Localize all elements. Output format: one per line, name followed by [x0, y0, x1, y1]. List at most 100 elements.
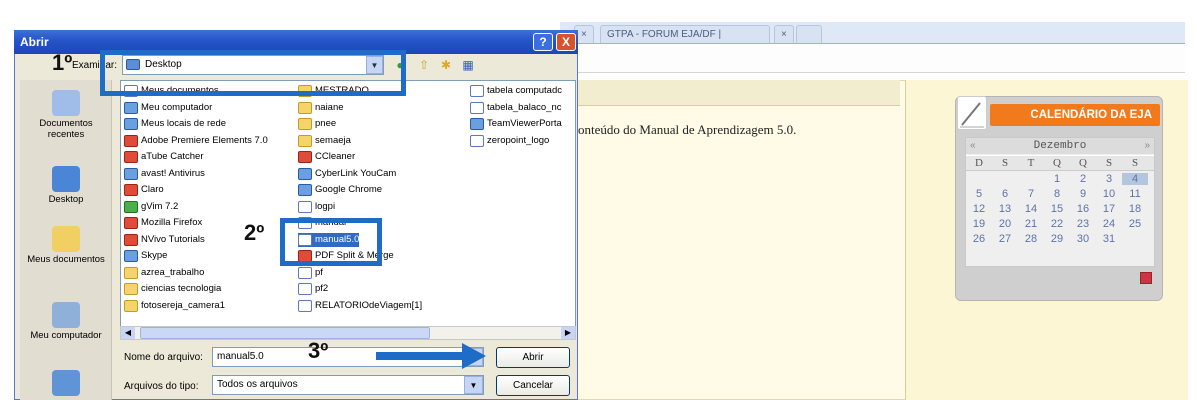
file-item[interactable]: pf [298, 266, 323, 280]
weekday-label: Q [1053, 157, 1061, 169]
file-item[interactable]: zeropoint_logo [470, 134, 549, 148]
view-menu-icon[interactable]: ▦ [460, 57, 476, 73]
file-icon [298, 200, 312, 213]
file-item[interactable]: Claro [124, 183, 164, 197]
calendar-day[interactable]: 13 [992, 203, 1018, 215]
new-tab-button[interactable] [796, 25, 822, 43]
calendar-day[interactable]: 19 [966, 218, 992, 230]
calendar-day[interactable]: 5 [966, 188, 992, 200]
annotation-step-3: 3º [308, 338, 329, 363]
file-item[interactable]: TeamViewerPorta [470, 117, 562, 131]
file-label: tabela_balaco_nc [487, 101, 562, 113]
file-item[interactable]: Adobe Premiere Elements 7.0 [124, 134, 268, 148]
close-button[interactable]: X [556, 33, 576, 51]
calendar-day[interactable]: 9 [1070, 188, 1096, 200]
calendar-day[interactable]: 28 [1018, 233, 1044, 245]
file-item[interactable]: tabela_balaco_nc [470, 101, 561, 115]
file-item[interactable]: CCleaner [298, 150, 355, 164]
calendar-day[interactable]: 8 [1044, 188, 1070, 200]
calendar-day[interactable]: 16 [1070, 203, 1096, 215]
file-item[interactable]: Meus locais de rede [124, 117, 226, 131]
calendar-day[interactable]: 23 [1070, 218, 1096, 230]
calendar-day[interactable]: 29 [1044, 233, 1070, 245]
file-item[interactable]: Mozilla Firefox [124, 216, 202, 230]
chevron-down-icon[interactable]: ▼ [464, 376, 483, 394]
weekday-label: D [975, 157, 983, 169]
file-item[interactable]: RELATORIOdeViagem[1] [298, 299, 422, 313]
file-item[interactable]: semaeja [298, 134, 351, 148]
up-folder-icon[interactable]: ⇧ [416, 57, 432, 73]
calendar-day[interactable]: 18 [1122, 203, 1148, 215]
new-folder-icon[interactable]: ✱ [438, 57, 454, 73]
calendar-day[interactable]: 26 [966, 233, 992, 245]
place-desktop[interactable]: Desktop [20, 166, 112, 205]
calendar-title: CALENDÁRIO DA EJA [990, 104, 1160, 126]
calendar-day[interactable]: 7 [1018, 188, 1044, 200]
calendar-day[interactable]: 6 [992, 188, 1018, 200]
tab-gtpa-forum[interactable]: GTPA - FORUM EJA/DF | [600, 25, 770, 43]
file-label: pf2 [315, 283, 329, 294]
file-item[interactable]: pf2 [298, 282, 328, 296]
cancel-button[interactable]: Cancelar [496, 375, 570, 396]
calendar-day[interactable]: 30 [1070, 233, 1096, 245]
scroll-right-icon[interactable]: ▶ [561, 327, 575, 339]
place-my-computer[interactable]: Meu computador [20, 302, 112, 341]
file-item[interactable]: ciencias tecnologia [124, 282, 221, 296]
open-button[interactable]: Abrir [496, 347, 570, 368]
weekday-label: S [1001, 157, 1009, 169]
file-label: azrea_trabalho [141, 266, 205, 278]
calendar-day[interactable]: 31 [1096, 233, 1122, 245]
calendar-day[interactable]: 17 [1096, 203, 1122, 215]
place-network[interactable] [20, 370, 112, 398]
file-item[interactable]: Skype [124, 249, 167, 263]
file-item[interactable]: CyberLink YouCam [298, 167, 396, 181]
scroll-left-icon[interactable]: ◀ [121, 327, 135, 339]
tab-close-icon[interactable]: × [774, 25, 794, 43]
browser-nav-bar [560, 45, 1185, 73]
file-item[interactable]: avast! Antivirus [124, 167, 205, 181]
calendar-day[interactable]: 14 [1018, 203, 1044, 215]
calendar-day[interactable]: 12 [966, 203, 992, 215]
file-icon [470, 101, 484, 114]
file-item[interactable]: naiane [298, 101, 344, 115]
file-label: naiane [315, 101, 344, 113]
calendar-day[interactable]: 10 [1096, 188, 1122, 200]
file-item[interactable]: azrea_trabalho [124, 266, 204, 280]
file-item[interactable]: logpi [298, 200, 335, 214]
calendar-export-icon[interactable] [1140, 272, 1152, 284]
file-item[interactable]: gVim 7.2 [124, 200, 178, 214]
calendar-day[interactable]: 25 [1122, 218, 1148, 230]
scrollbar-thumb[interactable] [140, 327, 430, 339]
calendar-day[interactable]: 15 [1044, 203, 1070, 215]
calendar-day[interactable]: 20 [992, 218, 1018, 230]
calendar-day[interactable]: 2 [1070, 173, 1096, 185]
file-item[interactable]: tabela computadc [470, 84, 562, 98]
calendar-day[interactable]: 11 [1122, 188, 1148, 200]
filetype-select[interactable]: Todos os arquivos [212, 375, 484, 395]
place-my-documents[interactable]: Meus documentos [20, 226, 112, 265]
calendar-day[interactable]: 3 [1096, 173, 1122, 185]
calendar-day[interactable]: 22 [1044, 218, 1070, 230]
calendar-day[interactable]: 27 [992, 233, 1018, 245]
calendar-days: 1 2 3 4 5 6 7 8 9 10 11 12 13 14 15 16 17 18 19 20 21 22 23 24 2… [966, 173, 1154, 263]
file-label: fotosereja_camera1 [141, 299, 225, 311]
file-item[interactable]: Meu computador [124, 101, 212, 115]
calendar-day[interactable]: 24 [1096, 218, 1122, 230]
calendar-next-button[interactable]: » [1144, 138, 1150, 154]
file-item[interactable]: aTube Catcher [124, 150, 204, 164]
annotation-box-lookin [100, 50, 406, 96]
file-item[interactable]: Google Chrome [298, 183, 382, 197]
file-item[interactable]: pnee [298, 117, 336, 131]
network-icon [52, 370, 80, 396]
file-label: Meus locais de rede [141, 118, 227, 129]
place-recent-documents[interactable]: Documentos recentes [20, 90, 112, 140]
calendar-day[interactable]: 21 [1018, 218, 1044, 230]
calendar-day[interactable]: 4 [1122, 173, 1148, 185]
file-label: avast! Antivirus [141, 167, 205, 179]
browser-tab-bar: × GTPA - FORUM EJA/DF | × [560, 22, 1185, 44]
calendar-day[interactable]: 1 [1044, 173, 1070, 185]
file-item[interactable]: fotosereja_camera1 [124, 299, 225, 313]
my-documents-icon [52, 226, 80, 252]
help-button[interactable]: ? [533, 33, 553, 51]
file-item[interactable]: NVivo Tutorials [124, 233, 205, 247]
